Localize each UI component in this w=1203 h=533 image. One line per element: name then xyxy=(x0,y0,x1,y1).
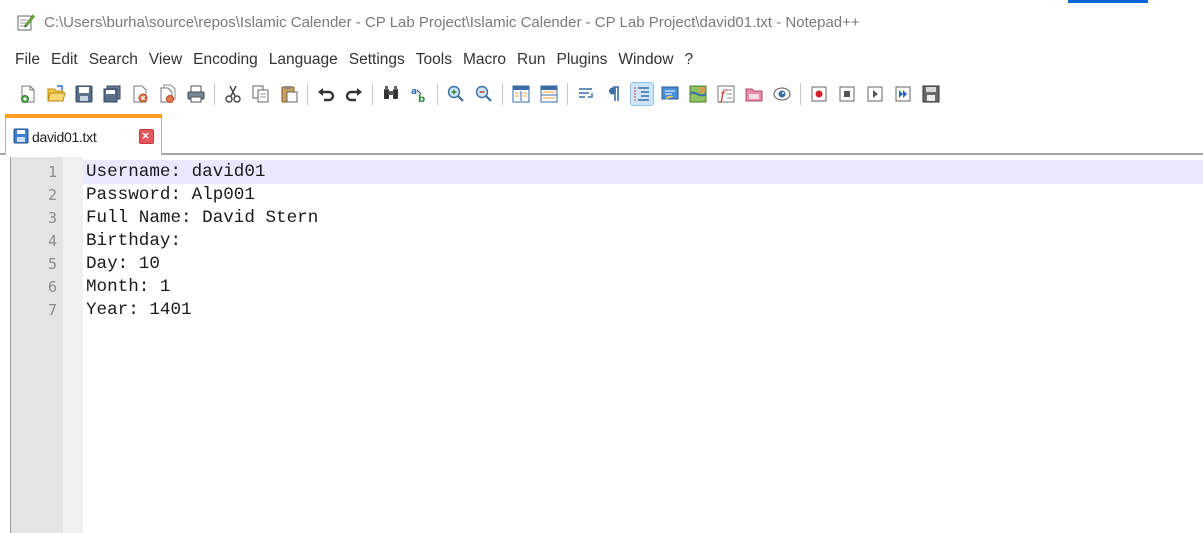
toolbar-separator xyxy=(502,83,503,105)
editor-line[interactable]: 1 Username: david01 xyxy=(0,160,1203,184)
svg-text:a: a xyxy=(411,87,417,97)
line-text[interactable]: Full Name: David Stern xyxy=(86,208,318,228)
menu-bar: File Edit Search View Encoding Language … xyxy=(0,46,1203,74)
menu-tools[interactable]: Tools xyxy=(416,49,452,71)
redo-icon[interactable] xyxy=(343,83,365,105)
doc-map-icon[interactable] xyxy=(687,83,709,105)
toolbar: ab f xyxy=(0,76,1203,112)
sync-vertical-icon[interactable] xyxy=(510,83,532,105)
menu-plugins[interactable]: Plugins xyxy=(556,49,607,71)
toolbar-separator xyxy=(307,83,308,105)
undo-icon[interactable] xyxy=(315,83,337,105)
open-file-icon[interactable] xyxy=(45,83,67,105)
line-number: 3 xyxy=(47,209,57,227)
word-wrap-icon[interactable] xyxy=(575,83,597,105)
replace-icon[interactable]: ab xyxy=(408,83,430,105)
record-macro-icon[interactable] xyxy=(808,83,830,105)
run-macro-multiple-icon[interactable] xyxy=(892,83,914,105)
toolbar-separator xyxy=(800,83,801,105)
line-number: 2 xyxy=(47,186,57,204)
line-text[interactable]: Month: 1 xyxy=(86,277,170,297)
toolbar-separator xyxy=(567,83,568,105)
toolbar-separator xyxy=(437,83,438,105)
menu-file[interactable]: File xyxy=(15,49,40,71)
play-macro-icon[interactable] xyxy=(864,83,886,105)
print-icon[interactable] xyxy=(185,83,207,105)
editor-line[interactable]: 3 Full Name: David Stern xyxy=(0,206,1203,230)
find-icon[interactable] xyxy=(380,83,402,105)
save-icon[interactable] xyxy=(73,83,95,105)
line-text[interactable]: Password: Alp001 xyxy=(86,185,255,205)
stop-macro-icon[interactable] xyxy=(836,83,858,105)
active-tab-indicator xyxy=(5,114,162,118)
focus-indicator xyxy=(1068,0,1148,3)
menu-settings[interactable]: Settings xyxy=(349,49,405,71)
copy-icon[interactable] xyxy=(250,83,272,105)
title-bar: C:\Users\burha\source\repos\Islamic Cale… xyxy=(0,0,1203,46)
new-file-icon[interactable] xyxy=(17,83,39,105)
editor-line[interactable]: 4 Birthday: xyxy=(0,229,1203,253)
paste-icon[interactable] xyxy=(278,83,300,105)
line-text[interactable]: Birthday: xyxy=(86,231,181,251)
close-icon[interactable] xyxy=(129,83,151,105)
toolbar-separator xyxy=(372,83,373,105)
svg-text:b: b xyxy=(418,94,425,104)
sync-horizontal-icon[interactable] xyxy=(538,83,560,105)
zoom-out-icon[interactable] xyxy=(473,83,495,105)
function-list-icon[interactable]: f xyxy=(715,83,737,105)
menu-search[interactable]: Search xyxy=(89,49,138,71)
menu-view[interactable]: View xyxy=(149,49,182,71)
notepadpp-icon[interactable] xyxy=(17,13,35,31)
menu-macro[interactable]: Macro xyxy=(463,49,506,71)
editor-line[interactable]: 5 Day: 10 xyxy=(0,252,1203,276)
save-all-icon[interactable] xyxy=(101,83,123,105)
window-title: C:\Users\burha\source\repos\Islamic Cale… xyxy=(44,14,860,31)
menu-run[interactable]: Run xyxy=(517,49,545,71)
editor-line[interactable]: 7 Year: 1401 xyxy=(0,298,1203,322)
menu-help[interactable]: ? xyxy=(684,49,693,71)
tab-close-icon[interactable] xyxy=(139,129,154,144)
close-all-icon[interactable] xyxy=(157,83,179,105)
folder-as-workspace-icon[interactable] xyxy=(743,83,765,105)
menu-window[interactable]: Window xyxy=(618,49,673,71)
editor-line[interactable]: 6 Month: 1 xyxy=(0,275,1203,299)
saved-file-icon xyxy=(13,128,29,144)
line-number: 4 xyxy=(47,232,57,250)
line-text[interactable]: Year: 1401 xyxy=(86,300,192,320)
line-number: 6 xyxy=(47,278,57,296)
tab-label: david01.txt xyxy=(32,129,97,145)
zoom-in-icon[interactable] xyxy=(445,83,467,105)
tab-bar: david01.txt xyxy=(0,113,1203,155)
udl-icon[interactable] xyxy=(659,83,681,105)
indent-guide-icon[interactable] xyxy=(630,82,654,106)
cut-icon[interactable] xyxy=(222,83,244,105)
line-number: 7 xyxy=(47,301,57,319)
line-number: 5 xyxy=(47,255,57,273)
line-number: 1 xyxy=(47,163,57,181)
line-text[interactable]: Username: david01 xyxy=(86,162,266,182)
editor-line[interactable]: 2 Password: Alp001 xyxy=(0,183,1203,207)
menu-encoding[interactable]: Encoding xyxy=(193,49,258,71)
save-macro-icon[interactable] xyxy=(920,83,942,105)
toolbar-separator xyxy=(214,83,215,105)
menu-language[interactable]: Language xyxy=(269,49,338,71)
line-text[interactable]: Day: 10 xyxy=(86,254,160,274)
show-all-chars-icon[interactable] xyxy=(603,83,625,105)
tab-david01[interactable]: david01.txt xyxy=(5,114,162,155)
menu-edit[interactable]: Edit xyxy=(51,49,78,71)
monitoring-icon[interactable] xyxy=(771,83,793,105)
